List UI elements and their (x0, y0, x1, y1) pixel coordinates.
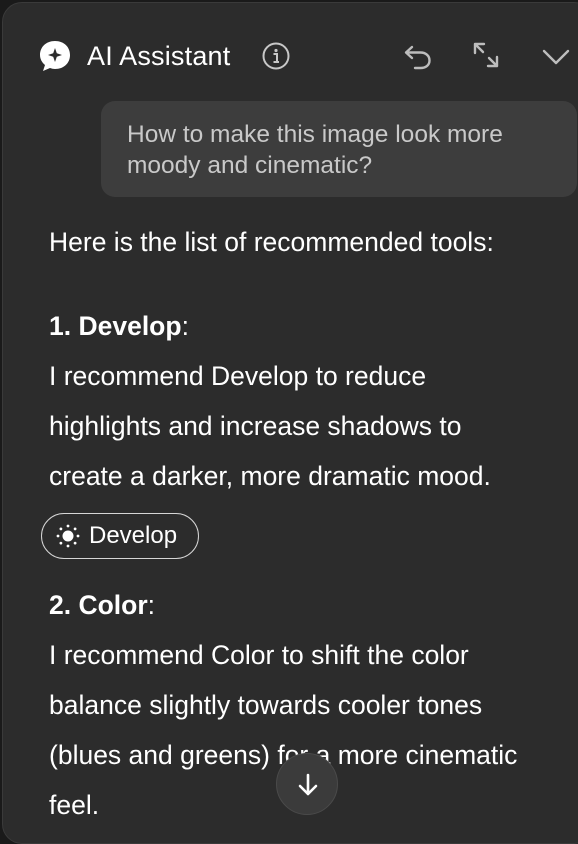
develop-chip-label: Develop (89, 522, 178, 549)
panel-title: AI Assistant (87, 41, 231, 71)
item-heading-develop: 1. Develop: (49, 301, 578, 351)
scroll-to-bottom-button[interactable] (276, 753, 338, 815)
info-icon[interactable] (260, 40, 292, 72)
sun-icon (56, 524, 80, 548)
item-heading-color: 2. Color: (49, 580, 578, 630)
item-text-line: I recommend Color to shift the color (49, 640, 469, 670)
assistant-logo-icon (40, 41, 70, 71)
item-heading-suffix: : (147, 590, 156, 620)
item-text-line: create a darker, more dramatic mood. (49, 461, 491, 491)
item-text-line: balance slightly towards cooler tones (49, 690, 483, 720)
item-text-line: I recommend Develop to reduce (49, 361, 427, 391)
panel-header: AI Assistant (3, 3, 578, 103)
assistant-intro: Here is the list of recommended tools: (49, 227, 494, 257)
develop-tool-chip[interactable]: Develop (41, 513, 199, 559)
user-message-bubble: How to make this image look more moody a… (101, 101, 577, 197)
undo-icon[interactable] (401, 38, 435, 72)
ai-assistant-panel: AI Assistant How to make this image look… (2, 2, 578, 844)
chevron-down-icon[interactable] (539, 40, 573, 72)
item-heading-suffix: : (181, 311, 189, 341)
arrow-down-icon (298, 773, 318, 796)
item-text-line: highlights and increase shadows to (49, 411, 462, 441)
user-message-text: How to make this image look more moody a… (127, 121, 503, 179)
item-heading-text: 1. Develop (49, 311, 182, 341)
expand-icon[interactable] (469, 38, 503, 72)
item-heading-text: 2. Color (49, 590, 148, 620)
